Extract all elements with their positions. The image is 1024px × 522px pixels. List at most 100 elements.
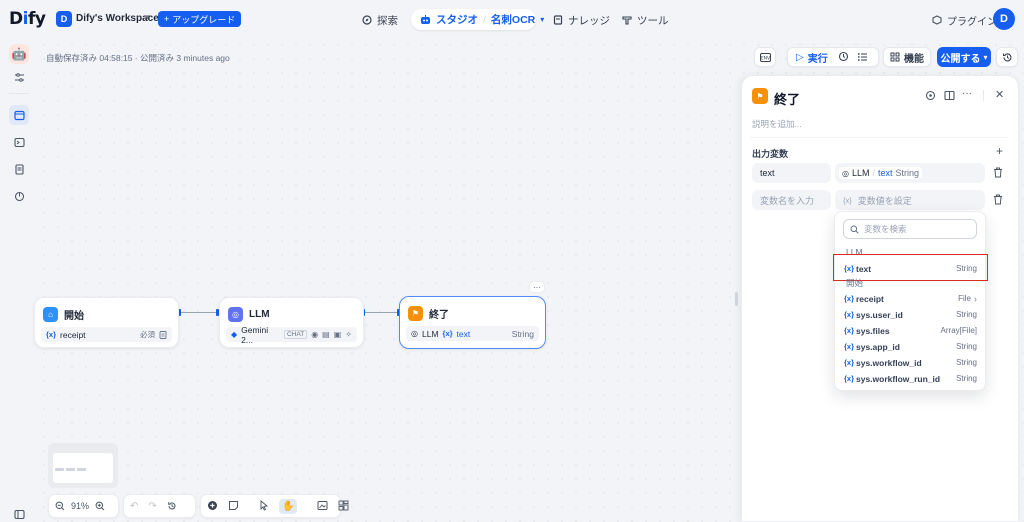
variable-search-input[interactable]: 変数を検索: [843, 219, 977, 239]
dropdown-item-type: File: [958, 294, 971, 303]
plugins-link[interactable]: プラグイン: [932, 13, 997, 28]
trash-icon[interactable]: [993, 167, 1003, 181]
output-var-sep: /: [872, 168, 876, 178]
output-var-ref: text: [878, 168, 893, 178]
upgrade-button[interactable]: + アップグレード: [158, 11, 242, 27]
autosave-status: 自動保存済み 04:58:15 · 公開済み 3 minutes ago: [46, 53, 230, 63]
collapse-sidebar-icon[interactable]: [9, 504, 29, 522]
new-var-name-input[interactable]: 変数名を入力: [752, 190, 831, 210]
description-input[interactable]: 説明を追加...: [752, 118, 802, 130]
workflow-orchestrate-icon[interactable]: [9, 105, 29, 125]
zoom-level[interactable]: 91%: [71, 501, 89, 511]
svg-text:ENV: ENV: [760, 55, 770, 61]
history-icon[interactable]: [167, 501, 177, 512]
organize-layout-icon[interactable]: [338, 500, 349, 511]
end-node[interactable]: ⚑ 終了 ◎ LLM {x} text String: [399, 296, 546, 349]
dify-logo[interactable]: Dify: [9, 9, 46, 29]
export-image-icon[interactable]: [317, 500, 328, 511]
variable-icon: {x}: [844, 358, 855, 367]
trash-icon[interactable]: [993, 194, 1003, 208]
eye-icon: ◉: [311, 330, 319, 339]
run-button[interactable]: 実行: [808, 50, 828, 65]
flag-finish-icon: ⚑: [752, 88, 768, 104]
start-variable-name: receipt: [60, 329, 86, 340]
nav-studio[interactable]: スタジオ / 名刺OCR ▾: [420, 12, 544, 27]
start-node[interactable]: ⌂ 開始 {x} receipt 必須: [34, 297, 179, 348]
settings-sliders-icon[interactable]: [9, 67, 29, 87]
zoom-in-icon[interactable]: [95, 501, 105, 512]
user-avatar[interactable]: D: [993, 8, 1015, 30]
output-var-name-field[interactable]: text: [752, 163, 831, 183]
llm-small-icon: ◎: [842, 168, 849, 178]
env-variables-button[interactable]: ENV: [754, 47, 776, 67]
panel-title[interactable]: 終了: [774, 89, 800, 108]
version-history-button[interactable]: [996, 47, 1018, 67]
node-more-icon[interactable]: ···: [529, 281, 545, 293]
chevron-right-icon: ›: [974, 293, 977, 304]
image-icon: ▣: [333, 330, 342, 339]
workspace-badge[interactable]: D: [56, 11, 72, 27]
zoom-out-icon[interactable]: [55, 501, 65, 512]
dropdown-item-name: sys.workflow_run_id: [856, 373, 941, 384]
document-icon: ▤: [322, 330, 330, 339]
more-icon[interactable]: ···: [962, 88, 972, 99]
end-output-source: LLM: [421, 328, 439, 339]
zoom-controls: 91%: [48, 494, 119, 518]
new-var-value-placeholder: 変数値を設定: [857, 195, 912, 206]
variable-icon: {x}: [46, 330, 57, 339]
dropdown-item-sys-workflow-run-id[interactable]: {x} sys.workflow_run_id String: [844, 371, 977, 386]
features-label: 機能: [904, 53, 924, 65]
dropdown-item-name: sys.app_id: [856, 341, 900, 352]
undo-icon[interactable]: ↶: [130, 501, 138, 512]
chat-mode-badge: CHAT: [283, 330, 308, 339]
note-icon[interactable]: [228, 500, 239, 511]
hand-icon[interactable]: ✋: [279, 498, 298, 514]
dropdown-item-sys-workflow-id[interactable]: {x} sys.workflow_id String: [844, 355, 977, 370]
chevron-down-icon[interactable]: ▾: [145, 12, 150, 23]
app-icon[interactable]: 🤖: [9, 44, 29, 64]
end-node-title: 終了: [429, 310, 449, 321]
add-variable-icon[interactable]: +: [996, 144, 1003, 158]
terminal-icon[interactable]: [9, 132, 29, 152]
start-variable-row: {x} receipt 必須: [41, 327, 172, 342]
variable-icon: {x}: [844, 374, 855, 383]
new-var-value-select[interactable]: {x} 変数値を設定: [835, 190, 985, 210]
redo-icon[interactable]: ↷: [148, 501, 156, 512]
publish-button[interactable]: 公開する ▾: [937, 47, 991, 67]
help-book-icon[interactable]: [944, 90, 955, 104]
logo-text: D: [9, 9, 23, 29]
add-node-icon[interactable]: [207, 500, 218, 511]
llm-node[interactable]: ◎ LLM ◆ Gemini 2... CHAT ◉ ▤ ▣ ✧: [219, 297, 364, 348]
new-var-name-placeholder: 変数名を入力: [760, 195, 815, 206]
minimap-node: [77, 468, 86, 471]
monitor-icon[interactable]: [9, 186, 29, 206]
close-icon[interactable]: ✕: [995, 88, 1004, 101]
history-icon[interactable]: [838, 51, 849, 62]
dropdown-group-start: 開始: [846, 278, 864, 288]
start-node-title: 開始: [64, 311, 84, 322]
start-node-header: ⌂ 開始: [43, 307, 84, 322]
pointer-icon[interactable]: [259, 500, 269, 511]
checklist-icon[interactable]: [857, 51, 868, 62]
dropdown-item-name: sys.user_id: [856, 309, 903, 320]
nav-tools[interactable]: ツール: [622, 11, 669, 29]
end-output-type: String: [511, 328, 534, 339]
edge-start-llm: [180, 312, 220, 313]
nav-tools-label: ツール: [637, 14, 669, 27]
nav-app-name[interactable]: 名刺OCR: [491, 12, 535, 27]
output-var-source: LLM: [851, 168, 870, 178]
nav-explore[interactable]: 探索: [362, 11, 398, 29]
run-step-icon[interactable]: [925, 90, 936, 104]
play-icon[interactable]: ▷: [796, 52, 804, 63]
dropdown-item-sys-user-id[interactable]: {x} sys.user_id String: [844, 307, 977, 322]
logs-icon[interactable]: [9, 159, 29, 179]
llm-small-icon: ◎: [411, 329, 418, 338]
chevron-down-icon[interactable]: ▾: [540, 15, 544, 24]
dropdown-item-sys-files[interactable]: {x} sys.files Array[File]: [844, 323, 977, 338]
output-var-value-field[interactable]: ◎ LLM / text String: [835, 163, 985, 183]
dropdown-item-receipt[interactable]: {x} receipt File ›: [844, 291, 977, 306]
nav-knowledge[interactable]: ナレッジ: [553, 11, 610, 29]
features-button[interactable]: 機能: [883, 47, 931, 67]
panel-resize-handle[interactable]: [735, 292, 738, 306]
dropdown-item-sys-app-id[interactable]: {x} sys.app_id String: [844, 339, 977, 354]
